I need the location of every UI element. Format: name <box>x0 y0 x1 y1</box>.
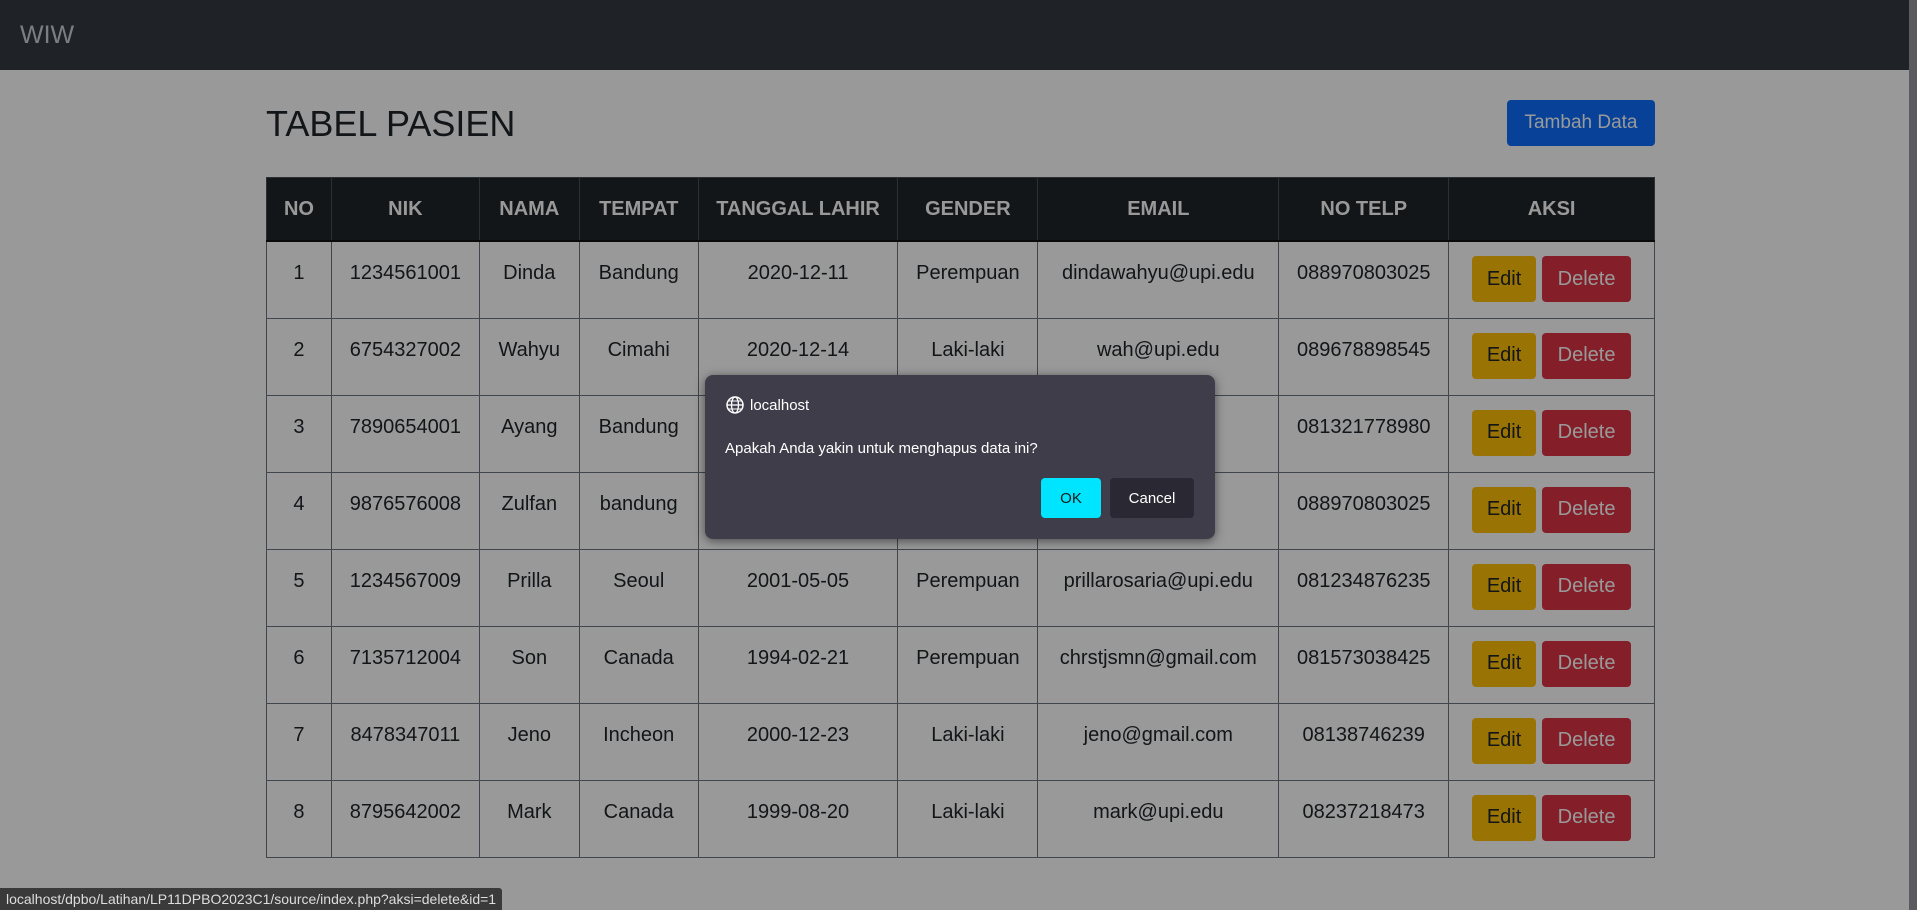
dialog-origin-text: localhost <box>750 396 810 414</box>
cancel-button[interactable]: Cancel <box>1110 478 1194 518</box>
ok-button[interactable]: OK <box>1041 478 1101 518</box>
dialog-origin: localhost <box>725 395 809 415</box>
dialog-message: Apakah Anda yakin untuk menghapus data i… <box>725 440 1038 457</box>
confirm-dialog: localhost Apakah Anda yakin untuk mengha… <box>705 375 1215 539</box>
scrollbar[interactable] <box>1909 0 1917 910</box>
status-url: localhost/dpbo/Latihan/LP11DPBO2023C1/so… <box>0 888 503 910</box>
globe-icon <box>726 396 744 414</box>
